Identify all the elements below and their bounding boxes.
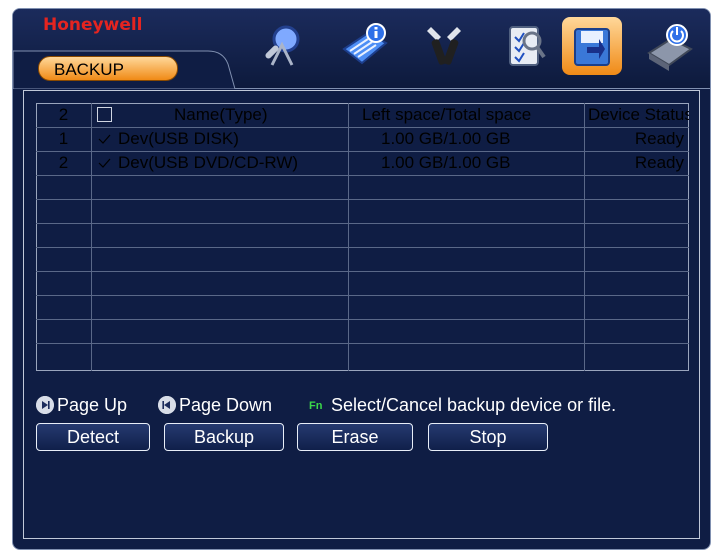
page-down-icon	[158, 396, 176, 414]
header-index: 2	[58, 105, 69, 124]
page-down-label: Page Down	[179, 395, 273, 415]
settings-icon[interactable]	[417, 19, 471, 73]
page-up-icon	[36, 396, 54, 414]
header-status: Device Status	[588, 105, 689, 124]
row-2-index: 2	[58, 153, 69, 172]
shutdown-icon[interactable]	[643, 19, 697, 73]
backup-button[interactable]: Backup	[164, 423, 284, 451]
header-space: Left space/Total space	[362, 105, 532, 124]
backup-window: Honeywell BACKUP 2 Name(Type) Left space…	[12, 8, 711, 550]
tab-backup-label: BACKUP	[54, 60, 124, 79]
row-2-name[interactable]: Dev(USB DVD/CD-RW)	[118, 151, 298, 175]
tab-backup[interactable]: BACKUP	[38, 56, 178, 81]
row-2-status: Ready	[634, 153, 684, 172]
row-1-index: 1	[58, 129, 69, 148]
row-2-check-icon[interactable]	[97, 156, 112, 171]
brand-logo: Honeywell	[43, 15, 143, 35]
row-2-space: 1.00 GB/1.00 GB	[381, 153, 511, 172]
stop-button[interactable]: Stop	[428, 423, 548, 451]
detect-button[interactable]: Detect	[36, 423, 150, 451]
select-hint: Select/Cancel backup device or file.	[331, 395, 617, 415]
content-panel: 2 Name(Type) Left space/Total space Devi…	[23, 90, 700, 539]
row-1-check-icon[interactable]	[97, 132, 112, 147]
row-1-status: Ready	[634, 129, 684, 148]
row-1-name[interactable]: Dev(USB DISK)	[118, 127, 239, 151]
fn-key-icon: Fn	[309, 400, 323, 412]
advanced-icon[interactable]	[496, 19, 550, 73]
info-icon[interactable]	[338, 19, 392, 73]
device-table: 2 Name(Type) Left space/Total space Devi…	[36, 103, 689, 371]
erase-button[interactable]: Erase	[297, 423, 413, 451]
select-all-checkbox[interactable]	[97, 107, 112, 122]
backup-icon[interactable]	[565, 19, 619, 73]
page-up-label: Page Up	[57, 395, 128, 415]
header-name: Name(Type)	[174, 105, 268, 124]
top-menu-bar: Honeywell BACKUP	[13, 9, 710, 89]
row-1-space: 1.00 GB/1.00 GB	[381, 129, 511, 148]
search-icon[interactable]	[256, 19, 310, 73]
